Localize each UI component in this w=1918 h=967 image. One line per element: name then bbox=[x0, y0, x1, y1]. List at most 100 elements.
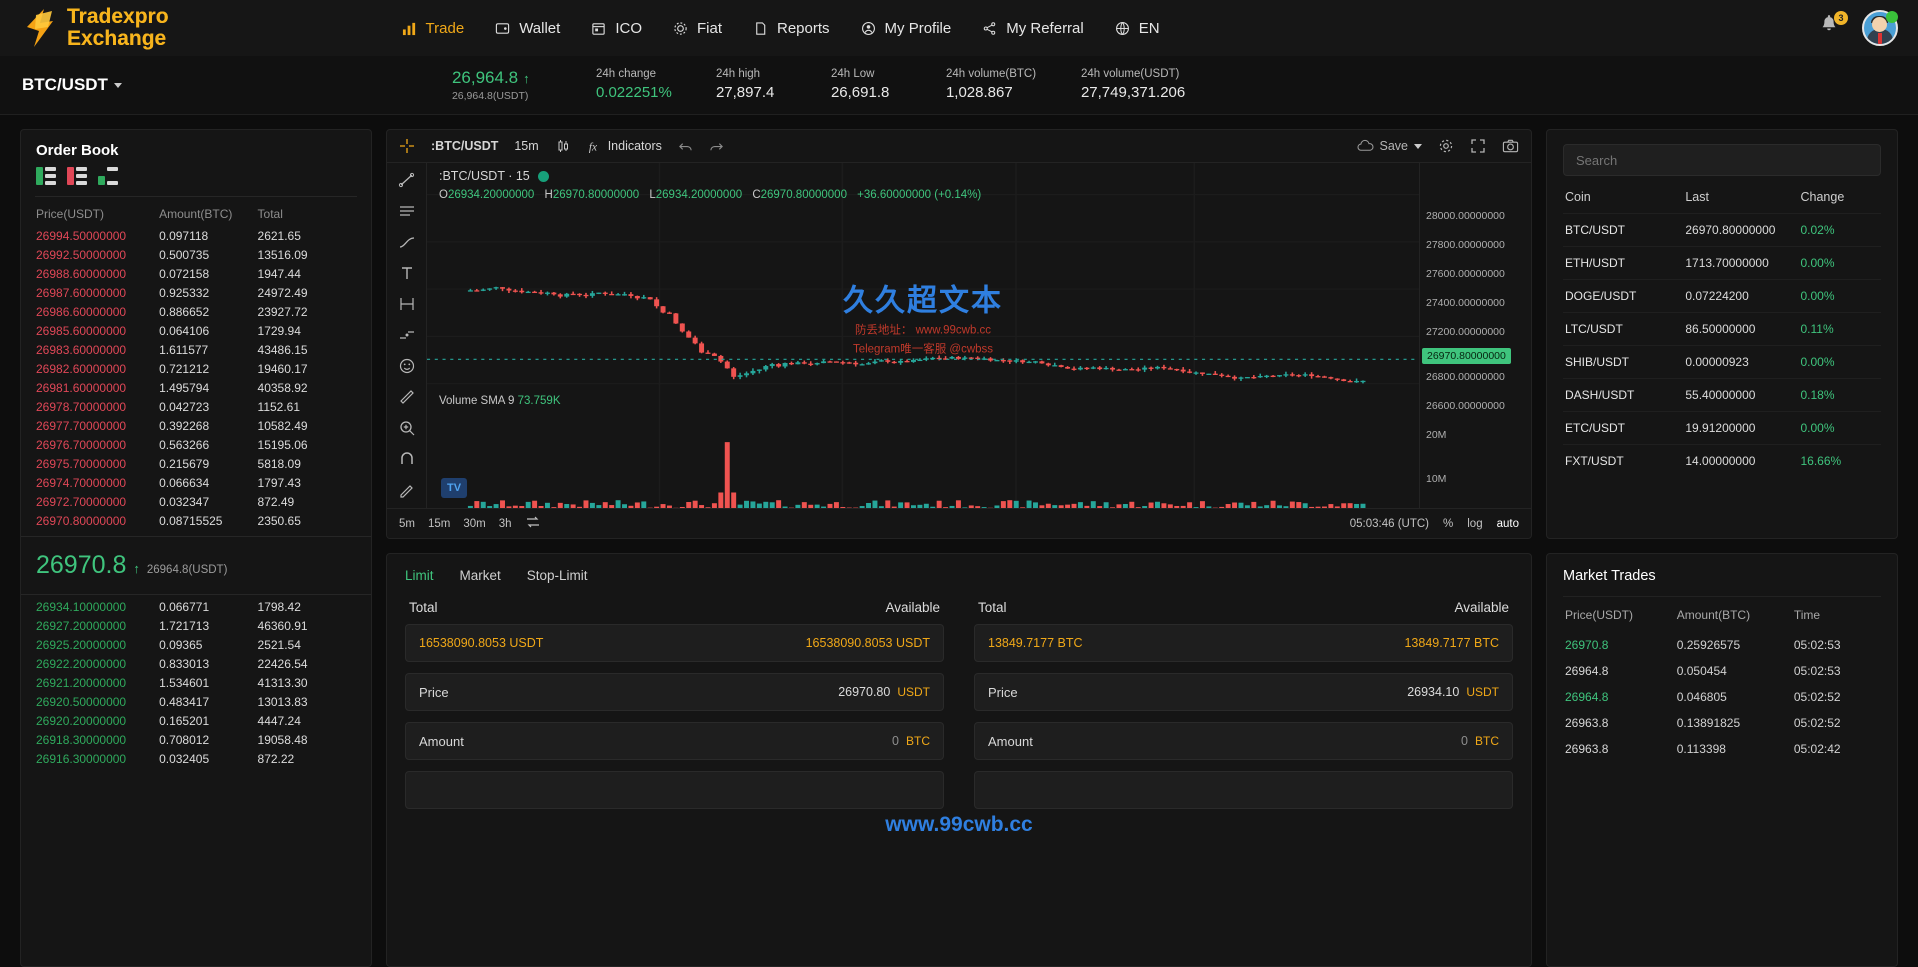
candlestick-type-icon[interactable] bbox=[555, 138, 571, 154]
orderbook-view-both-icon[interactable] bbox=[36, 167, 58, 185]
sell-extra-row[interactable] bbox=[974, 771, 1513, 809]
fullscreen-icon[interactable] bbox=[1470, 138, 1486, 154]
redo-icon[interactable] bbox=[709, 139, 724, 154]
column-amount: Amount(BTC) bbox=[159, 207, 233, 221]
nav-item-my-profile[interactable]: My Profile bbox=[860, 20, 951, 37]
undo-icon[interactable] bbox=[678, 139, 693, 154]
order-book-row[interactable]: 26920.50000000 0.483417 13013.83 bbox=[21, 692, 371, 711]
stat-value: 27,897.4 bbox=[715, 84, 775, 101]
buy-amount-input[interactable]: Amount 0 BTC bbox=[405, 722, 944, 760]
text-tool-icon[interactable] bbox=[397, 264, 417, 282]
emoji-icon[interactable] bbox=[397, 357, 417, 375]
ruler-icon[interactable] bbox=[397, 388, 417, 406]
order-book-row[interactable]: 26994.50000000 0.097118 2621.65 bbox=[21, 226, 371, 245]
zoom-in-icon[interactable] bbox=[397, 419, 417, 437]
horizontal-lines-icon[interactable] bbox=[397, 202, 417, 220]
market-list-item[interactable]: BTC/USDT 26970.80000000 0.02% bbox=[1563, 213, 1881, 246]
order-book-row[interactable]: 26988.60000000 0.072158 1947.44 bbox=[21, 264, 371, 283]
date-range-icon[interactable] bbox=[525, 515, 541, 532]
pencil-icon[interactable] bbox=[397, 481, 417, 499]
row-total: 2621.65 bbox=[257, 228, 301, 243]
nav-right-cluster: 3 bbox=[1818, 10, 1898, 46]
forecast-icon[interactable] bbox=[397, 326, 417, 344]
market-trade-row[interactable]: 26970.8 0.25926575 05:02:53 bbox=[1563, 632, 1881, 658]
order-book-row[interactable]: 26976.70000000 0.563266 15195.06 bbox=[21, 435, 371, 454]
interval-3h[interactable]: 3h bbox=[499, 518, 512, 530]
order-book-row[interactable]: 26921.20000000 1.534601 41313.30 bbox=[21, 673, 371, 692]
order-book-row[interactable]: 26992.50000000 0.500735 13516.09 bbox=[21, 245, 371, 264]
buy-price-input[interactable]: Price 26970.80 USDT bbox=[405, 673, 944, 711]
order-book-row[interactable]: 26916.30000000 0.032405 872.22 bbox=[21, 749, 371, 768]
measure-icon[interactable] bbox=[397, 295, 417, 313]
chart-settings-icon[interactable] bbox=[1438, 138, 1454, 154]
buy-extra-row[interactable] bbox=[405, 771, 944, 809]
order-book-row[interactable]: 26922.20000000 0.833013 22426.54 bbox=[21, 654, 371, 673]
order-book-row[interactable]: 26987.60000000 0.925332 24972.49 bbox=[21, 283, 371, 302]
scale-log-button[interactable]: log bbox=[1467, 518, 1482, 530]
order-book-row[interactable]: 26918.30000000 0.708012 19058.48 bbox=[21, 730, 371, 749]
pair-selector[interactable]: BTC/USDT bbox=[22, 75, 122, 95]
market-list-item[interactable]: FXT/USDT 14.00000000 16.66% bbox=[1563, 444, 1881, 477]
crosshair-icon[interactable] bbox=[399, 138, 415, 154]
order-book-row[interactable]: 26970.80000000 0.08715525 2350.65 bbox=[21, 511, 371, 530]
notifications-button[interactable]: 3 bbox=[1818, 11, 1848, 43]
chart-price-scale[interactable]: 28000.00000000 27800.00000000 27600.000000… bbox=[1419, 163, 1531, 531]
order-book-row[interactable]: 26972.70000000 0.032347 872.49 bbox=[21, 492, 371, 511]
order-book-row[interactable]: 26975.70000000 0.215679 5818.09 bbox=[21, 454, 371, 473]
sell-price-input[interactable]: Price 26934.10 USDT bbox=[974, 673, 1513, 711]
tab-stop-limit[interactable]: Stop-Limit bbox=[527, 568, 588, 583]
market-trade-row[interactable]: 26964.8 0.046805 05:02:52 bbox=[1563, 684, 1881, 710]
market-list-item[interactable]: LTC/USDT 86.50000000 0.11% bbox=[1563, 312, 1881, 345]
order-book-row[interactable]: 26920.20000000 0.165201 4447.24 bbox=[21, 711, 371, 730]
market-trade-row[interactable]: 26963.8 0.113398 05:02:42 bbox=[1563, 736, 1881, 762]
order-book-row[interactable]: 26985.60000000 0.064106 1729.94 bbox=[21, 321, 371, 340]
orderbook-view-asks-icon[interactable] bbox=[67, 167, 89, 185]
save-button[interactable]: Save bbox=[1357, 139, 1422, 154]
market-list-item[interactable]: DOGE/USDT 0.07224200 0.00% bbox=[1563, 279, 1881, 312]
trend-line-icon[interactable] bbox=[397, 171, 417, 189]
nav-item-fiat[interactable]: Fiat bbox=[672, 20, 722, 37]
interval-5m[interactable]: 5m bbox=[399, 518, 415, 530]
brand-logo[interactable]: Tradexpro Exchange bbox=[22, 6, 169, 49]
order-book-row[interactable]: 26978.70000000 0.042723 1152.61 bbox=[21, 397, 371, 416]
tab-limit[interactable]: Limit bbox=[405, 568, 434, 583]
order-book-row[interactable]: 26934.10000000 0.066771 1798.42 bbox=[21, 597, 371, 616]
magnet-icon[interactable] bbox=[397, 450, 417, 468]
order-book-row[interactable]: 26925.20000000 0.09365 2521.54 bbox=[21, 635, 371, 654]
search-input[interactable] bbox=[1563, 144, 1881, 176]
scale-percent-button[interactable]: % bbox=[1443, 518, 1453, 530]
market-list-item[interactable]: SHIB/USDT 0.00000923 0.00% bbox=[1563, 345, 1881, 378]
chart-symbol-label[interactable]: :BTC/USDT bbox=[431, 139, 498, 153]
tab-market[interactable]: Market bbox=[460, 568, 501, 583]
screenshot-camera-icon[interactable] bbox=[1502, 138, 1519, 154]
nav-item-wallet[interactable]: Wallet bbox=[494, 20, 560, 37]
order-book-row[interactable]: 26974.70000000 0.066634 1797.43 bbox=[21, 473, 371, 492]
market-coin: SHIB/USDT bbox=[1565, 355, 1630, 369]
order-book-row[interactable]: 26982.60000000 0.721212 19460.17 bbox=[21, 359, 371, 378]
nav-item-reports[interactable]: Reports bbox=[752, 20, 830, 37]
sell-amount-input[interactable]: Amount 0 BTC bbox=[974, 722, 1513, 760]
interval-15m[interactable]: 15m bbox=[428, 518, 450, 530]
market-trade-row[interactable]: 26964.8 0.050454 05:02:53 bbox=[1563, 658, 1881, 684]
order-book-row[interactable]: 26983.60000000 1.611577 43486.15 bbox=[21, 340, 371, 359]
scale-auto-button[interactable]: auto bbox=[1497, 518, 1519, 530]
order-book-row[interactable]: 26981.60000000 1.495794 40358.92 bbox=[21, 378, 371, 397]
chart-plot-area[interactable]: :BTC/USDT · 15 O26934.20000000 H26970.80… bbox=[427, 163, 1419, 510]
orderbook-view-bids-icon[interactable] bbox=[98, 167, 120, 185]
order-book-row[interactable]: 26986.60000000 0.886652 23927.72 bbox=[21, 302, 371, 321]
nav-item-ico[interactable]: ICO bbox=[590, 20, 642, 37]
market-trade-row[interactable]: 26963.8 0.13891825 05:02:52 bbox=[1563, 710, 1881, 736]
nav-item-language[interactable]: EN bbox=[1114, 20, 1160, 37]
pitchfork-icon[interactable] bbox=[397, 233, 417, 251]
chart-interval-selector[interactable]: 15m bbox=[514, 139, 538, 153]
order-book-row[interactable]: 26977.70000000 0.392268 10582.49 bbox=[21, 416, 371, 435]
nav-item-trade[interactable]: Trade bbox=[401, 20, 464, 37]
trade-time: 05:02:42 bbox=[1793, 742, 1841, 756]
order-book-row[interactable]: 26927.20000000 1.721713 46360.91 bbox=[21, 616, 371, 635]
market-list-item[interactable]: ETH/USDT 1713.70000000 0.00% bbox=[1563, 246, 1881, 279]
indicators-button[interactable]: fx Indicators bbox=[587, 139, 662, 154]
nav-item-my-referral[interactable]: My Referral bbox=[981, 20, 1084, 37]
market-list-item[interactable]: ETC/USDT 19.91200000 0.00% bbox=[1563, 411, 1881, 444]
market-list-item[interactable]: DASH/USDT 55.40000000 0.18% bbox=[1563, 378, 1881, 411]
interval-30m[interactable]: 30m bbox=[463, 518, 485, 530]
